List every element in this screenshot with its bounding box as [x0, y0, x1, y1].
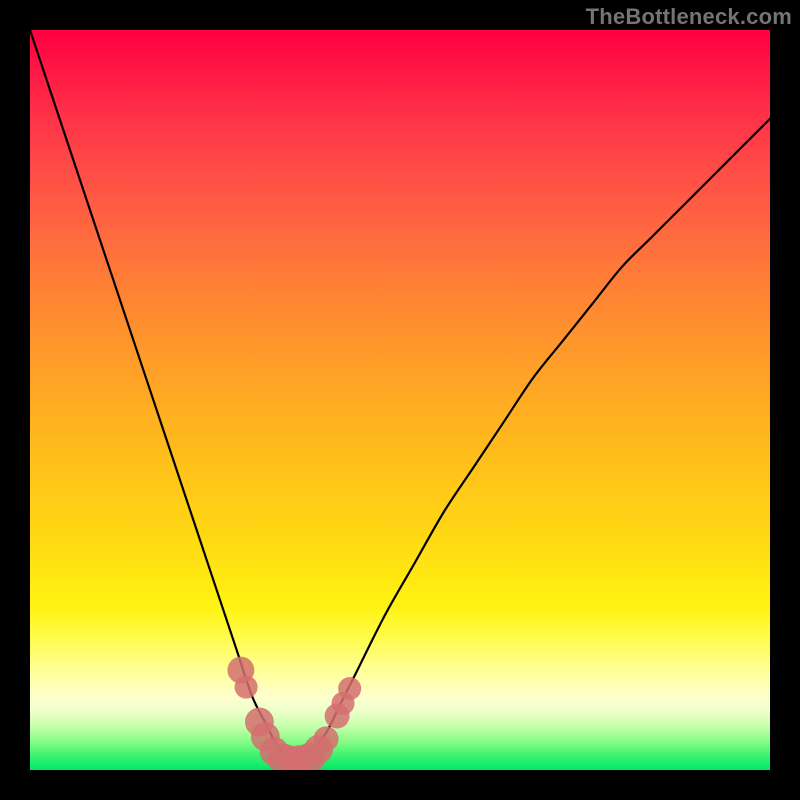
curve-dot	[313, 726, 338, 751]
bottleneck-curve	[30, 30, 770, 761]
chart-frame: TheBottleneck.com	[0, 0, 800, 800]
plot-area	[30, 30, 770, 770]
watermark-text: TheBottleneck.com	[586, 4, 792, 30]
curve-markers	[227, 657, 361, 770]
curve-dot	[338, 677, 361, 700]
curve-dot	[235, 676, 258, 699]
chart-svg	[30, 30, 770, 770]
